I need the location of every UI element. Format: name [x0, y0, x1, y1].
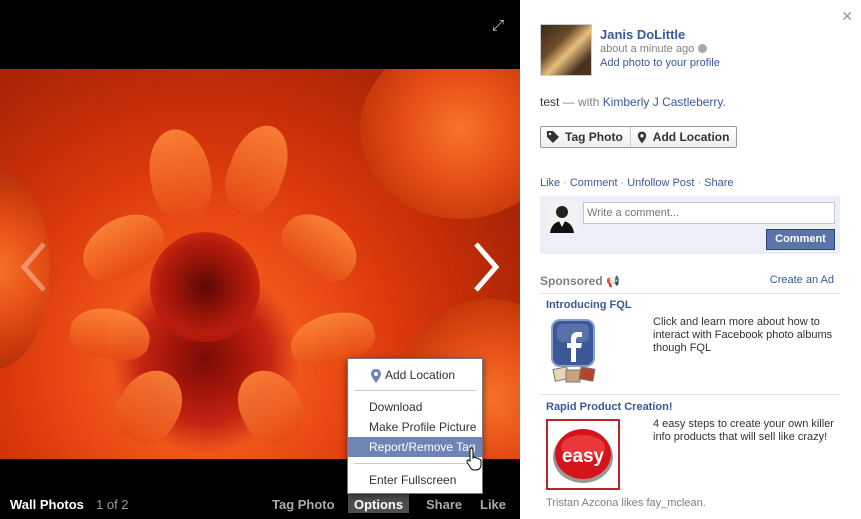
- menu-divider: [354, 463, 476, 464]
- globe-icon: [698, 44, 708, 53]
- person-silhouette-icon: [546, 201, 578, 233]
- map-pin-icon: [637, 131, 646, 143]
- timestamp-text: about a minute ago: [600, 43, 695, 55]
- expand-icon[interactable]: ⤢: [490, 18, 506, 34]
- ad-body[interactable]: Click and learn more about how to intera…: [653, 316, 843, 355]
- tag-photo-label: Tag Photo: [565, 130, 623, 144]
- photo-caption: test — with Kimberly J Castleberry.: [540, 95, 726, 109]
- action-comment[interactable]: Comment: [570, 177, 618, 189]
- create-ad-link[interactable]: Create an Ad: [770, 274, 834, 286]
- add-photo-to-profile-link[interactable]: Add photo to your profile: [600, 57, 720, 69]
- like-button[interactable]: Like: [480, 497, 506, 512]
- post-actions: Like · Comment · Unfollow Post · Share: [540, 177, 734, 189]
- action-like[interactable]: Like: [540, 177, 560, 189]
- divider: [540, 394, 840, 395]
- caption-text: test: [540, 95, 560, 109]
- ad-social-context: Tristan Azcona likes fay_mclean.: [546, 497, 706, 509]
- avatar[interactable]: [540, 24, 592, 76]
- action-unfollow-post[interactable]: Unfollow Post: [627, 177, 694, 189]
- sponsored-heading: Sponsored 📢: [540, 274, 620, 288]
- caption-with: — with: [562, 95, 600, 109]
- menu-divider: [354, 390, 476, 391]
- comment-input[interactable]: [583, 202, 835, 224]
- tag-photo-button[interactable]: Tag Photo: [272, 497, 335, 512]
- menu-item-report-remove-tag[interactable]: Report/Remove Tag: [348, 437, 482, 457]
- ad-title[interactable]: Rapid Product Creation!: [546, 401, 673, 413]
- petal-decoration: [142, 124, 218, 224]
- post-sidebar: ✕ Janis DoLittle about a minute ago Add …: [520, 0, 861, 519]
- map-pin-icon: [371, 369, 381, 383]
- ad-title[interactable]: Introducing FQL: [546, 299, 632, 311]
- megaphone-icon: 📢: [606, 276, 620, 288]
- tag-button-group: Tag Photo Add Location: [540, 126, 738, 148]
- add-location-button[interactable]: Add Location: [629, 127, 737, 147]
- album-title[interactable]: Wall Photos: [10, 497, 84, 512]
- hand-cursor-icon: [466, 447, 482, 471]
- tag-photo-sidebar-button[interactable]: Tag Photo: [541, 127, 630, 147]
- menu-item-enter-fullscreen[interactable]: Enter Fullscreen: [348, 470, 482, 490]
- photo-counter: 1 of 2: [96, 497, 129, 512]
- menu-item-download[interactable]: Download: [348, 397, 482, 417]
- close-icon[interactable]: ✕: [841, 8, 853, 25]
- options-menu: Add Location Download Make Profile Pictu…: [347, 358, 483, 494]
- petal-decoration: [105, 359, 195, 454]
- facebook-logo-icon: [551, 319, 596, 383]
- menu-item-add-location[interactable]: Add Location: [348, 365, 482, 385]
- easy-button-text: easy: [562, 446, 605, 467]
- easy-button-image: easy: [553, 429, 613, 483]
- tag-icon: [547, 131, 559, 143]
- previous-arrow-icon[interactable]: [18, 240, 50, 294]
- petal-decoration: [216, 117, 299, 221]
- share-button[interactable]: Share: [426, 497, 462, 512]
- ad-image-easy[interactable]: easy: [546, 419, 620, 490]
- menu-item-label: Add Location: [385, 368, 456, 382]
- comment-button[interactable]: Comment: [766, 229, 835, 250]
- petal-decoration: [66, 302, 154, 366]
- separator-dot: ·: [620, 177, 625, 189]
- add-location-label: Add Location: [652, 130, 730, 144]
- menu-item-make-profile-picture[interactable]: Make Profile Picture: [348, 417, 482, 437]
- photo-bottom-bar: Wall Photos 1 of 2 Tag Photo Options Sha…: [0, 490, 520, 519]
- tagged-person-link[interactable]: Kimberly J Castleberry.: [603, 95, 726, 109]
- ad-image-fql[interactable]: [548, 318, 603, 386]
- commenter-avatar: [546, 201, 578, 233]
- options-button[interactable]: Options: [348, 493, 409, 513]
- divider: [540, 293, 840, 294]
- separator-dot: ·: [563, 177, 567, 189]
- flower-decoration: [360, 69, 520, 219]
- ad-body[interactable]: 4 easy steps to create your own killer i…: [653, 418, 843, 444]
- petal-decoration: [225, 359, 315, 454]
- next-arrow-icon[interactable]: [470, 240, 502, 294]
- timestamp[interactable]: about a minute ago: [600, 43, 708, 55]
- petal-decoration: [271, 201, 369, 292]
- photo-viewer: ⤢ Wall Photos 1 of 2 Tag Photo Options S…: [0, 0, 520, 519]
- separator-dot: ·: [697, 177, 702, 189]
- sponsored-label: Sponsored: [540, 274, 603, 288]
- owner-name[interactable]: Janis DoLittle: [600, 27, 685, 42]
- flower-center: [150, 232, 260, 342]
- comment-box: Comment: [540, 196, 840, 254]
- action-share[interactable]: Share: [704, 177, 733, 189]
